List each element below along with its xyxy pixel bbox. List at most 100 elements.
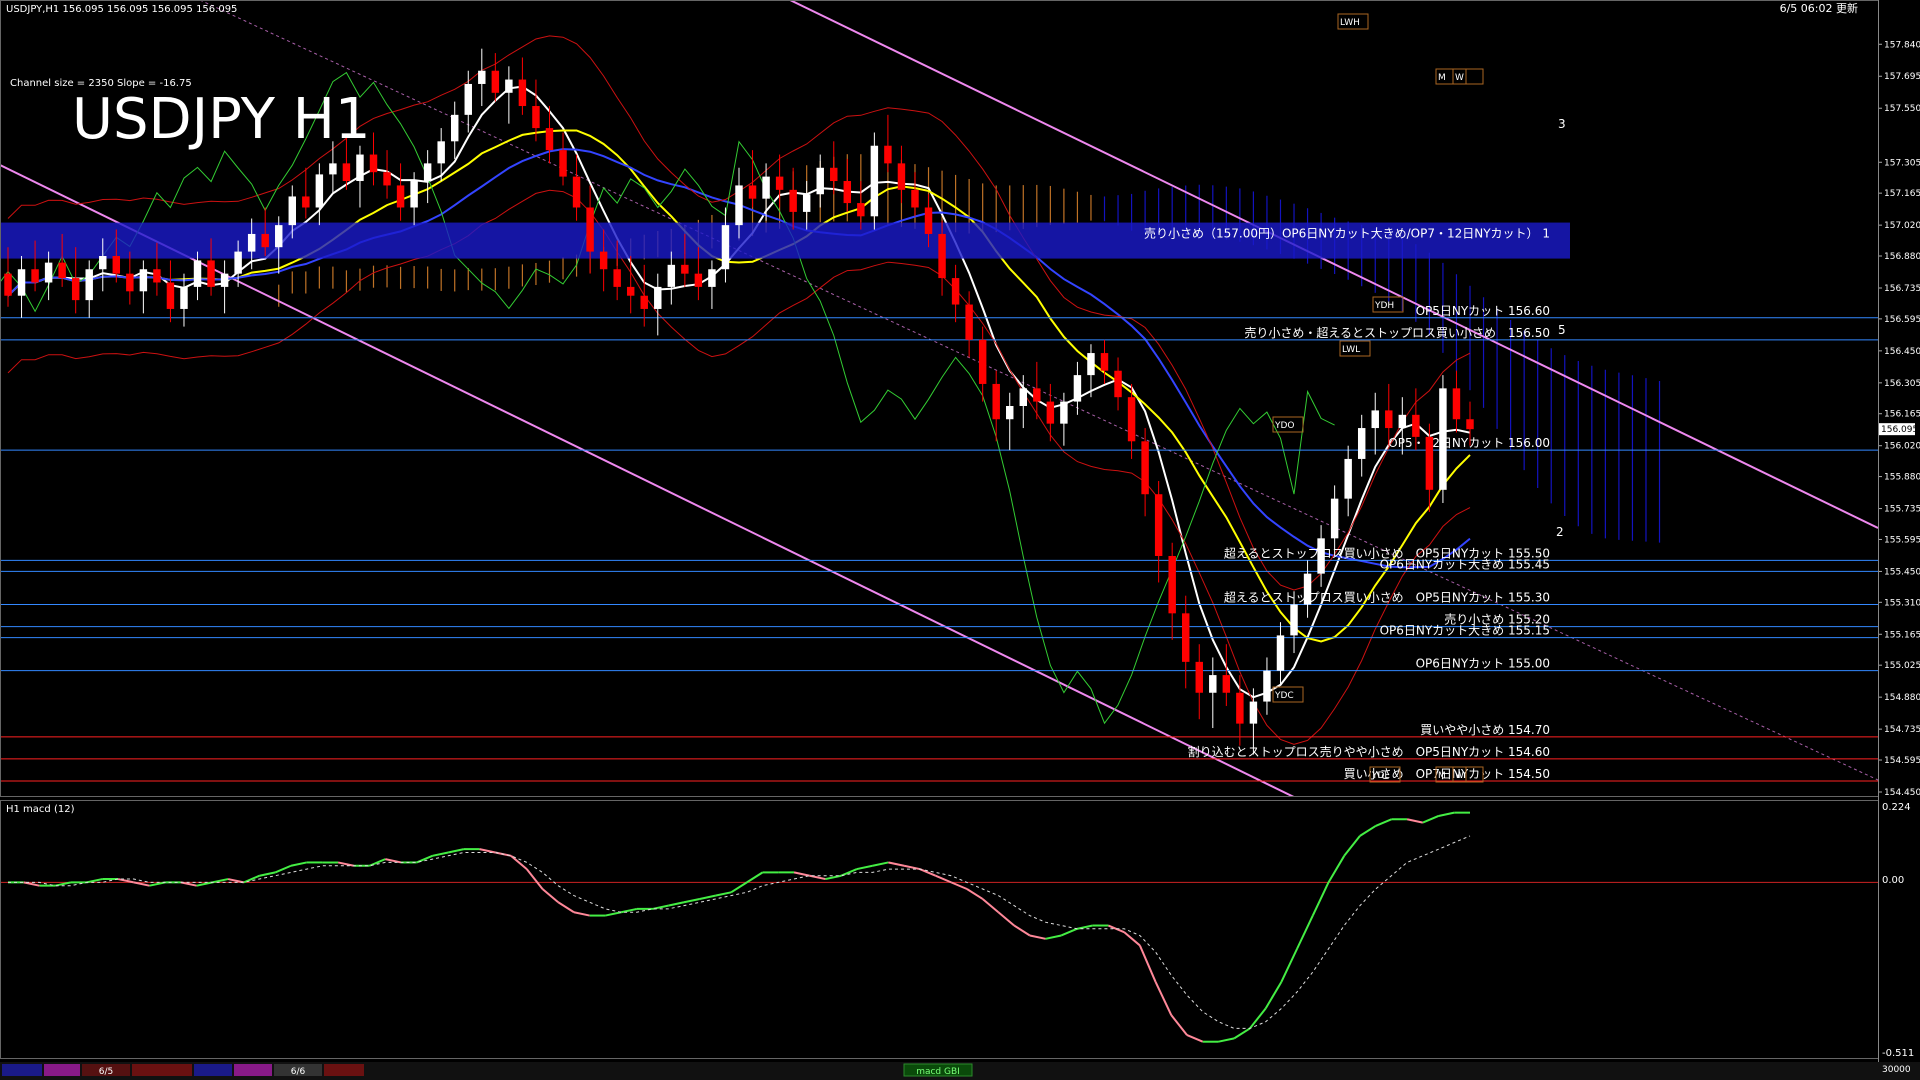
candle-body [1073, 375, 1082, 402]
candle-body [180, 286, 188, 309]
candle-body [1249, 701, 1258, 724]
price-tick-label: 156.305 [1884, 379, 1920, 389]
box-label: YDH [1374, 301, 1394, 311]
candle-body [505, 79, 513, 93]
price-tick-label: 157.840 [1884, 40, 1920, 50]
datetime-label: 6/5 06:02 更新 [1780, 1, 1858, 15]
candle-body [1195, 661, 1203, 693]
candle-body [356, 154, 364, 182]
candle-body [667, 264, 676, 287]
candle-body [572, 176, 581, 208]
tab-segment[interactable] [234, 1064, 272, 1076]
tab-segment[interactable] [324, 1064, 364, 1076]
wave-label: 2 [1556, 525, 1564, 539]
candle-body [721, 225, 730, 270]
candle-body [978, 339, 987, 384]
candle-body [4, 273, 12, 296]
macd-label: H1 macd (12) [6, 804, 75, 815]
level-label: OP5・12日NYカット 156.00 [1388, 436, 1550, 450]
price-tick-label: 156.450 [1884, 347, 1920, 357]
candle-body [1100, 353, 1109, 371]
box-label: M [1438, 73, 1446, 83]
tab-segment[interactable] [44, 1064, 80, 1076]
big-title: USDJPY H1 [72, 87, 370, 152]
macd-scale-zero: 0.00 [1882, 875, 1904, 886]
price-tick-label: 154.735 [1884, 725, 1920, 735]
candle-body [518, 79, 527, 107]
candle-body [1330, 498, 1339, 539]
candle-body [1276, 635, 1285, 671]
candle-body [694, 273, 703, 287]
candle-body [1114, 370, 1122, 398]
candle-body [234, 251, 242, 274]
candle-body [17, 269, 26, 296]
candle-body [1127, 397, 1136, 442]
wave-label: 3 [1558, 117, 1566, 131]
candle-body [1344, 458, 1352, 499]
candle-body [478, 70, 486, 84]
candle-body [491, 70, 500, 93]
price-tick-label: 157.695 [1884, 72, 1920, 82]
candle-body [275, 225, 283, 248]
candle-body [1263, 670, 1271, 702]
tab-6-5-label: 6/5 [99, 1067, 113, 1077]
candle-body [1168, 555, 1176, 614]
symbol-info: USDJPY,H1 156.095 156.095 156.095 156.09… [6, 4, 237, 15]
candle-body [1033, 388, 1041, 402]
price-tick-label: 156.020 [1884, 442, 1920, 452]
candle-body [762, 176, 770, 199]
candle-body [396, 185, 405, 208]
candle-body [1236, 692, 1244, 724]
candle-body [884, 145, 892, 164]
level-label: OP6日NYカット 155.00 [1416, 657, 1550, 671]
box-label: M [1438, 771, 1446, 781]
candle-body [775, 176, 784, 190]
candle-body [1087, 353, 1095, 376]
candle-body [1303, 573, 1312, 605]
tab-segment[interactable] [132, 1064, 192, 1076]
candle-body [789, 189, 797, 212]
candle-body [1060, 401, 1068, 424]
candle-body [1290, 604, 1298, 636]
candle-body [58, 262, 66, 279]
price-tick-label: 156.880 [1884, 252, 1920, 262]
box-label: YDC [1274, 691, 1294, 701]
candle-body [857, 203, 865, 217]
candle-body [423, 163, 432, 182]
level-label: 売り小さめ（157.00円）OP6日NYカット大きめ/OP7・12日NYカット）… [1144, 226, 1550, 241]
candle-body [437, 141, 445, 164]
tab-6-6-label: 6/6 [291, 1067, 306, 1077]
candle-body [532, 106, 540, 129]
price-tick-label: 155.880 [1884, 473, 1920, 483]
candle-body [911, 189, 919, 208]
candle-body [965, 304, 973, 340]
candle-body [1006, 406, 1014, 420]
price-tick-label: 154.450 [1884, 788, 1920, 798]
bottom-tab-bar: 6/5 6/6 macd GBI 30000 [0, 1062, 1920, 1080]
macd-scale-top: 0.224 [1882, 802, 1911, 813]
candle-body [99, 256, 107, 270]
box-label: YDO [1274, 421, 1295, 431]
level-label: OP5日NYカット 156.60 [1416, 304, 1550, 318]
price-tick-label: 154.880 [1884, 693, 1920, 703]
tab-segment[interactable] [194, 1064, 232, 1076]
candle-body [44, 262, 53, 283]
candle-body [708, 269, 716, 287]
candle-body [1466, 419, 1474, 430]
candle-body [1046, 401, 1055, 424]
price-tick-label: 155.025 [1884, 661, 1920, 671]
price-tick-label: 157.305 [1884, 158, 1920, 168]
candle-body [1425, 436, 1434, 490]
price-tick-label: 157.020 [1884, 221, 1920, 231]
candle-body [626, 286, 635, 296]
candle-body [586, 207, 594, 252]
price-tick-label: 156.595 [1884, 315, 1920, 325]
level-label: OP6日NYカット大きめ 155.15 [1380, 624, 1550, 638]
box-label: LWL [1342, 345, 1360, 355]
candle-body [85, 269, 93, 301]
wave-label: 5 [1558, 323, 1566, 337]
candle-body [802, 194, 811, 212]
candle-body [951, 278, 960, 305]
candle-body [329, 163, 337, 175]
tab-segment[interactable] [2, 1064, 42, 1076]
